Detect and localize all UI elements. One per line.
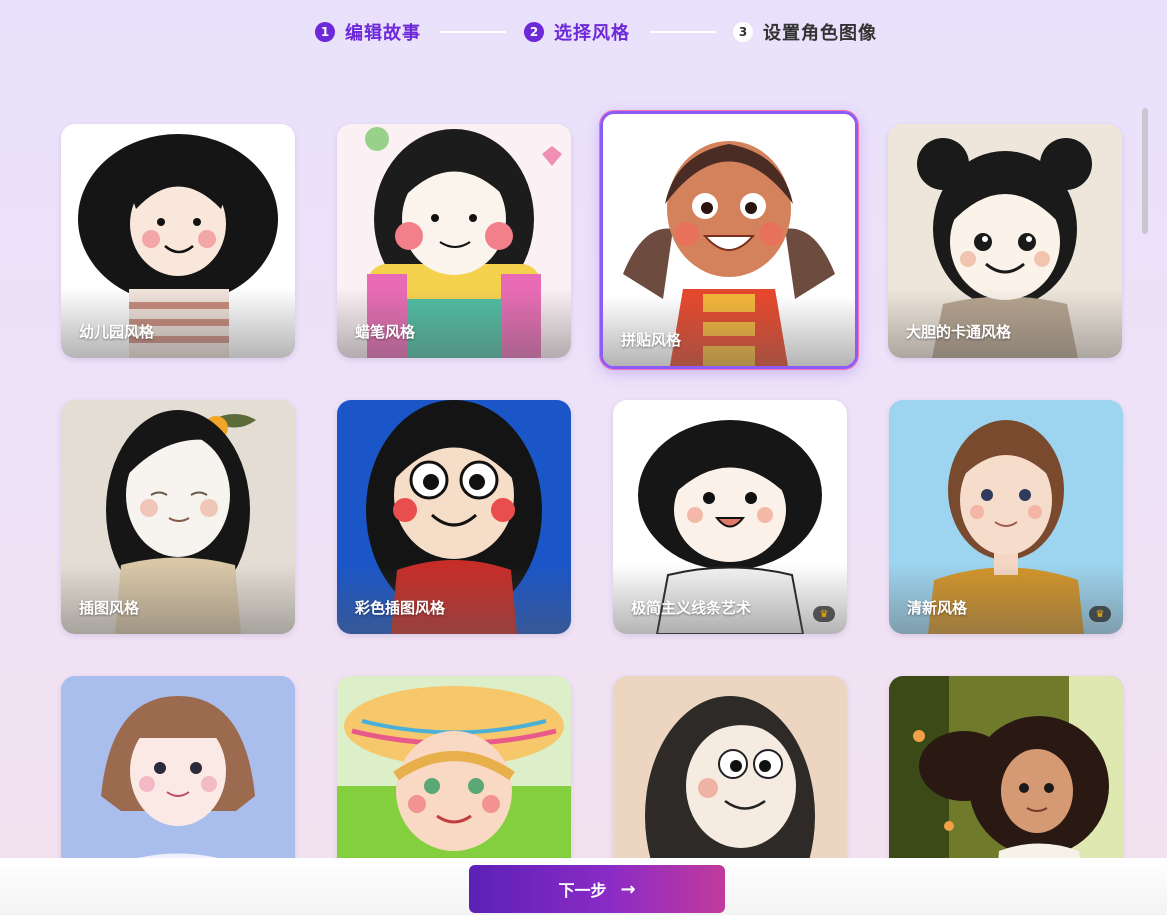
style-name: 幼儿园风格: [79, 323, 155, 341]
style-card-crayon[interactable]: 蜡笔风格: [337, 124, 571, 358]
style-name: 拼贴风格: [621, 331, 682, 349]
arrow-right-icon: →: [620, 878, 636, 900]
next-step-label: 下一步: [558, 881, 607, 900]
style-card-illustration[interactable]: 插图风格: [61, 400, 295, 634]
style-card-kindergarten[interactable]: 幼儿园风格: [61, 124, 295, 358]
style-name: 插图风格: [79, 599, 140, 617]
next-step-button[interactable]: 下一步 →: [469, 865, 725, 913]
style-card-collage[interactable]: 拼贴风格: [600, 111, 858, 369]
scrollbar-thumb[interactable]: [1142, 108, 1148, 234]
crown-icon: ♛: [1089, 606, 1111, 622]
style-name: 彩色插图风格: [355, 599, 446, 617]
style-card-color-illustration[interactable]: 彩色插图风格: [337, 400, 571, 634]
footer-bar: 下一步 →: [0, 858, 1167, 915]
style-preview-image: [337, 676, 571, 858]
style-card-minimal-line[interactable]: 极简主义线条艺术 ♛: [613, 400, 847, 634]
style-card-bold-cartoon[interactable]: 大胆的卡通风格: [888, 124, 1122, 358]
style-card-fresh[interactable]: 清新风格 ♛: [889, 400, 1123, 634]
vertical-scrollbar[interactable]: [1140, 106, 1150, 858]
style-preview-image: [61, 676, 295, 858]
crown-icon: ♛: [813, 606, 835, 622]
style-grid: 幼儿园风格 蜡笔风格 拼贴风格 大胆的卡通风格 插图风格 彩色插图风格 极简主义…: [0, 0, 1140, 858]
style-name: 蜡笔风格: [355, 323, 416, 341]
style-name: 清新风格: [907, 599, 968, 617]
style-card-watercolor[interactable]: [337, 676, 571, 858]
style-name: 极简主义线条艺术: [631, 599, 752, 617]
style-card-simple-cartoon[interactable]: [613, 676, 847, 858]
style-preview-image: [613, 676, 847, 858]
style-preview-image: [889, 676, 1123, 858]
style-card-anime[interactable]: [889, 676, 1123, 858]
style-card-paper[interactable]: [61, 676, 295, 858]
style-name: 大胆的卡通风格: [906, 323, 1012, 341]
